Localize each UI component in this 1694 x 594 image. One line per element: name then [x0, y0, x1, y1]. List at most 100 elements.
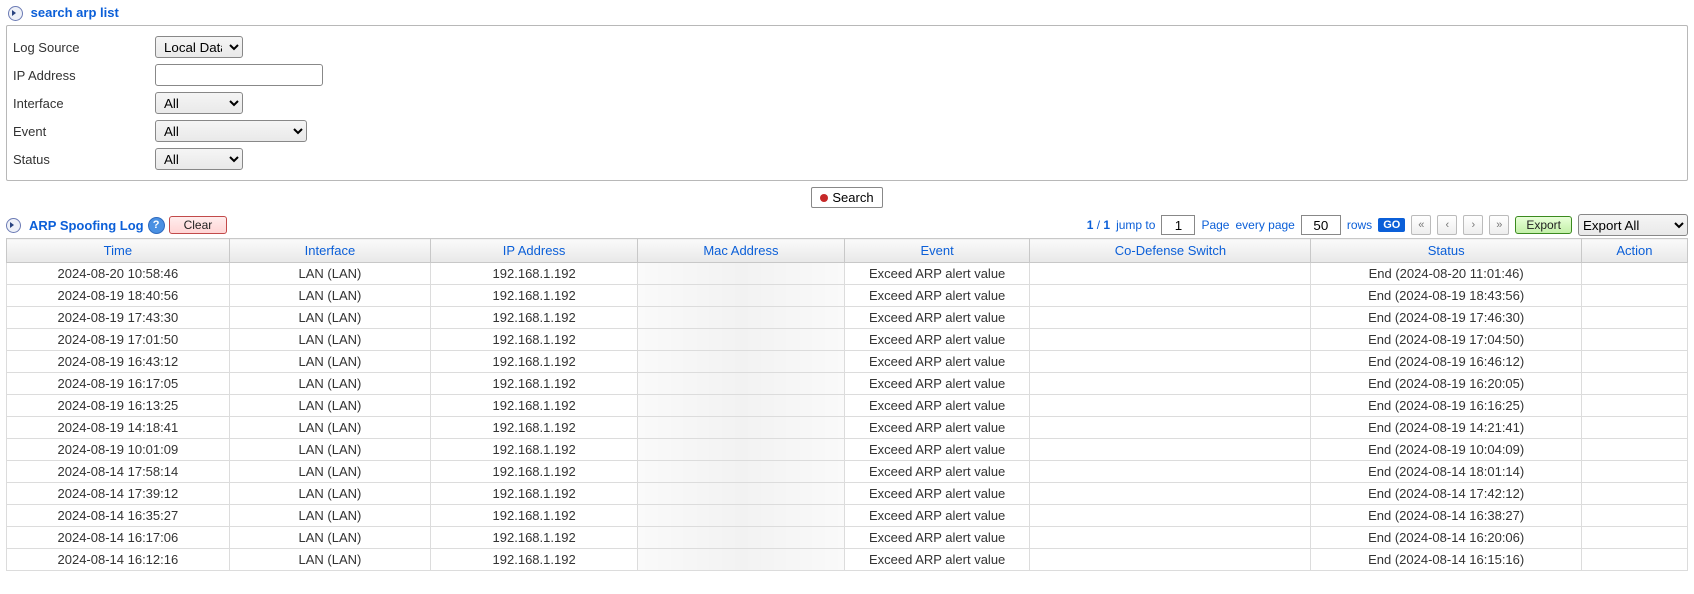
first-page-button[interactable]: «	[1411, 215, 1431, 235]
status-label: Status	[13, 152, 155, 167]
log-source-select[interactable]: Local Data	[155, 36, 243, 58]
table-row: 2024-08-14 16:35:27LAN (LAN)192.168.1.19…	[7, 505, 1688, 527]
th-action[interactable]: Action	[1581, 239, 1687, 263]
td-time: 2024-08-19 18:40:56	[7, 285, 230, 307]
clear-button[interactable]: Clear	[169, 216, 228, 234]
td-action	[1581, 505, 1687, 527]
search-panel: Log Source Local Data IP Address Interfa…	[6, 25, 1688, 181]
td-status: End (2024-08-19 18:43:56)	[1311, 285, 1581, 307]
td-interface: LAN (LAN)	[229, 439, 431, 461]
td-status: End (2024-08-19 14:21:41)	[1311, 417, 1581, 439]
th-status[interactable]: Status	[1311, 239, 1581, 263]
td-codef	[1030, 263, 1311, 285]
help-icon[interactable]: ?	[148, 217, 165, 234]
td-mac	[638, 483, 845, 505]
th-interface[interactable]: Interface	[229, 239, 431, 263]
clear-button-label: Clear	[184, 218, 213, 232]
td-event: Exceed ARP alert value	[844, 373, 1030, 395]
td-action	[1581, 527, 1687, 549]
jump-to-input[interactable]	[1161, 215, 1195, 235]
td-ip: 192.168.1.192	[431, 483, 638, 505]
status-select[interactable]: All	[155, 148, 243, 170]
td-ip: 192.168.1.192	[431, 285, 638, 307]
rows-input[interactable]	[1301, 215, 1341, 235]
th-codef[interactable]: Co-Defense Switch	[1030, 239, 1311, 263]
export-button[interactable]: Export	[1515, 216, 1572, 234]
td-status: End (2024-08-14 16:15:16)	[1311, 549, 1581, 571]
td-status: End (2024-08-14 18:01:14)	[1311, 461, 1581, 483]
td-action	[1581, 439, 1687, 461]
table-row: 2024-08-19 18:40:56LAN (LAN)192.168.1.19…	[7, 285, 1688, 307]
td-ip: 192.168.1.192	[431, 505, 638, 527]
td-mac	[638, 549, 845, 571]
td-time: 2024-08-19 16:13:25	[7, 395, 230, 417]
search-button-label: Search	[832, 190, 873, 205]
ip-address-input[interactable]	[155, 64, 323, 86]
every-page-label: every page	[1235, 218, 1294, 232]
td-interface: LAN (LAN)	[229, 417, 431, 439]
go-button[interactable]: GO	[1378, 218, 1405, 232]
td-mac	[638, 263, 845, 285]
export-mode-select[interactable]: Export All	[1578, 214, 1688, 236]
td-codef	[1030, 417, 1311, 439]
th-ip[interactable]: IP Address	[431, 239, 638, 263]
td-codef	[1030, 483, 1311, 505]
arp-log-table: Time Interface IP Address Mac Address Ev…	[6, 238, 1688, 571]
td-mac	[638, 329, 845, 351]
next-page-button[interactable]: ›	[1463, 215, 1483, 235]
td-event: Exceed ARP alert value	[844, 395, 1030, 417]
td-mac	[638, 351, 845, 373]
td-codef	[1030, 373, 1311, 395]
jump-to-label: jump to	[1116, 218, 1155, 232]
td-event: Exceed ARP alert value	[844, 351, 1030, 373]
th-event[interactable]: Event	[844, 239, 1030, 263]
prev-page-button[interactable]: ‹	[1437, 215, 1457, 235]
last-page-button[interactable]: »	[1489, 215, 1509, 235]
interface-select[interactable]: All	[155, 92, 243, 114]
td-interface: LAN (LAN)	[229, 285, 431, 307]
chevron-right-icon	[6, 218, 21, 233]
interface-label: Interface	[13, 96, 155, 111]
chevron-right-icon	[8, 6, 23, 21]
td-ip: 192.168.1.192	[431, 417, 638, 439]
td-ip: 192.168.1.192	[431, 461, 638, 483]
td-status: End (2024-08-14 16:20:06)	[1311, 527, 1581, 549]
td-action	[1581, 395, 1687, 417]
td-status: End (2024-08-19 17:46:30)	[1311, 307, 1581, 329]
page-info: 1 / 1	[1087, 218, 1110, 232]
td-ip: 192.168.1.192	[431, 351, 638, 373]
log-panel-title: ARP Spoofing Log	[29, 218, 144, 233]
td-time: 2024-08-14 16:17:06	[7, 527, 230, 549]
table-row: 2024-08-14 17:39:12LAN (LAN)192.168.1.19…	[7, 483, 1688, 505]
th-time[interactable]: Time	[7, 239, 230, 263]
search-button[interactable]: Search	[811, 187, 882, 208]
search-panel-title-text: search arp list	[31, 5, 119, 20]
table-row: 2024-08-19 17:01:50LAN (LAN)192.168.1.19…	[7, 329, 1688, 351]
td-event: Exceed ARP alert value	[844, 329, 1030, 351]
td-event: Exceed ARP alert value	[844, 307, 1030, 329]
td-mac	[638, 461, 845, 483]
table-row: 2024-08-19 14:18:41LAN (LAN)192.168.1.19…	[7, 417, 1688, 439]
export-button-label: Export	[1526, 218, 1561, 232]
td-codef	[1030, 395, 1311, 417]
td-action	[1581, 329, 1687, 351]
td-ip: 192.168.1.192	[431, 549, 638, 571]
td-status: End (2024-08-19 16:16:25)	[1311, 395, 1581, 417]
event-select[interactable]: All	[155, 120, 307, 142]
td-action	[1581, 417, 1687, 439]
td-action	[1581, 285, 1687, 307]
table-row: 2024-08-14 16:17:06LAN (LAN)192.168.1.19…	[7, 527, 1688, 549]
td-time: 2024-08-20 10:58:46	[7, 263, 230, 285]
td-mac	[638, 307, 845, 329]
td-time: 2024-08-19 16:43:12	[7, 351, 230, 373]
td-event: Exceed ARP alert value	[844, 461, 1030, 483]
th-mac[interactable]: Mac Address	[638, 239, 845, 263]
td-codef	[1030, 285, 1311, 307]
td-interface: LAN (LAN)	[229, 263, 431, 285]
td-status: End (2024-08-14 16:38:27)	[1311, 505, 1581, 527]
td-event: Exceed ARP alert value	[844, 527, 1030, 549]
td-mac	[638, 439, 845, 461]
table-row: 2024-08-19 10:01:09LAN (LAN)192.168.1.19…	[7, 439, 1688, 461]
td-interface: LAN (LAN)	[229, 549, 431, 571]
td-mac	[638, 417, 845, 439]
